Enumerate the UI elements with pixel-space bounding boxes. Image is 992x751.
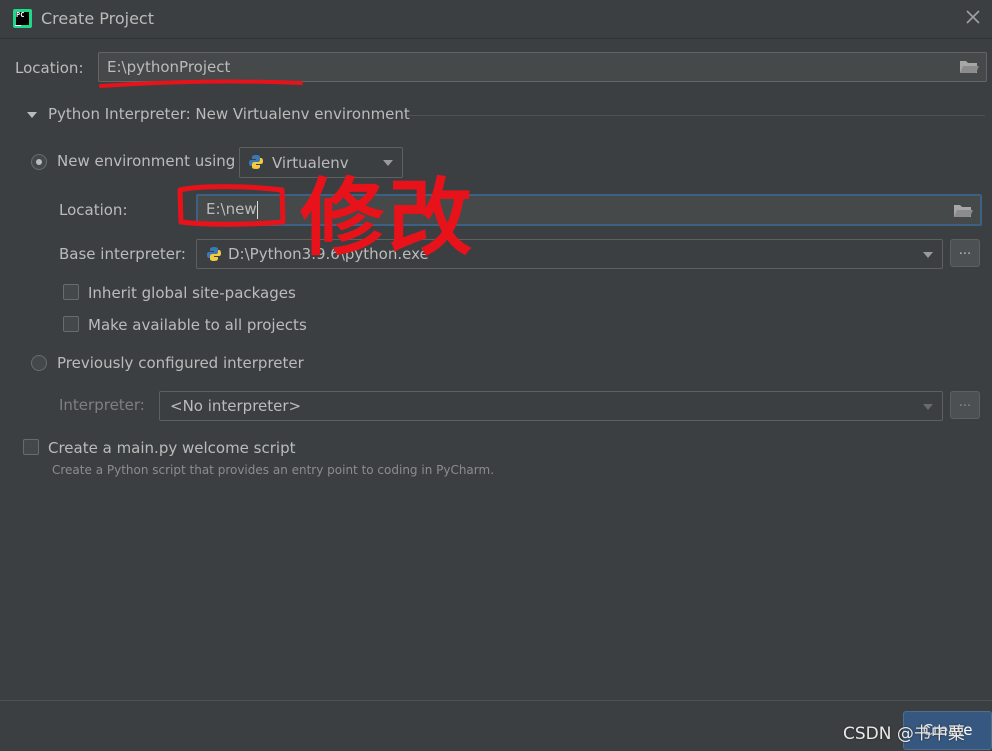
python-icon	[249, 155, 263, 169]
base-interpreter-label: Base interpreter:	[59, 245, 186, 263]
interpreter-value: <No interpreter>	[170, 397, 302, 415]
logo-text: PC	[16, 12, 29, 25]
chevron-down-icon	[923, 252, 933, 258]
folder-icon[interactable]	[953, 203, 973, 219]
section-divider	[407, 115, 985, 116]
interpreter-section-header[interactable]: Python Interpreter: New Virtualenv envir…	[48, 105, 410, 123]
welcome-script-hint: Create a Python script that provides an …	[52, 463, 495, 477]
csdn-watermark: CSDN @书中粟	[843, 724, 965, 744]
window-title: Create Project	[41, 9, 154, 28]
welcome-script-checkbox[interactable]	[23, 439, 39, 455]
venv-location-label: Location:	[59, 201, 128, 219]
collapse-arrow-icon[interactable]	[26, 110, 38, 120]
chevron-down-icon	[923, 404, 933, 410]
pycharm-logo-icon: PC	[13, 9, 32, 28]
inherit-packages-checkbox[interactable]	[63, 284, 79, 300]
chevron-down-icon	[383, 160, 393, 166]
interpreter-browse-button[interactable]: ...	[950, 391, 980, 419]
previous-interpreter-radio[interactable]	[31, 355, 47, 371]
new-environment-radio[interactable]	[31, 154, 47, 170]
new-environment-label[interactable]: New environment using	[57, 152, 235, 170]
base-interpreter-browse-button[interactable]: ...	[950, 239, 980, 267]
interpreter-dropdown[interactable]: <No interpreter>	[159, 391, 943, 421]
project-location-input[interactable]: E:\pythonProject	[98, 52, 987, 82]
make-available-checkbox[interactable]	[63, 316, 79, 332]
close-icon[interactable]	[962, 6, 984, 28]
python-icon	[207, 247, 221, 261]
folder-icon[interactable]	[959, 59, 979, 75]
venv-location-value: E:\new	[206, 200, 257, 218]
underline-stroke	[99, 79, 303, 88]
inherit-packages-label[interactable]: Inherit global site-packages	[88, 284, 296, 302]
welcome-script-label[interactable]: Create a main.py welcome script	[48, 439, 295, 457]
logo-bar	[15, 25, 21, 26]
project-location-value: E:\pythonProject	[107, 58, 231, 76]
make-available-label[interactable]: Make available to all projects	[88, 316, 307, 334]
annotation-text: 修改	[300, 169, 477, 267]
text-cursor	[256, 200, 258, 219]
interpreter-label: Interpreter:	[59, 396, 145, 414]
project-location-label: Location:	[15, 59, 84, 77]
previous-interpreter-label[interactable]: Previously configured interpreter	[57, 354, 304, 372]
